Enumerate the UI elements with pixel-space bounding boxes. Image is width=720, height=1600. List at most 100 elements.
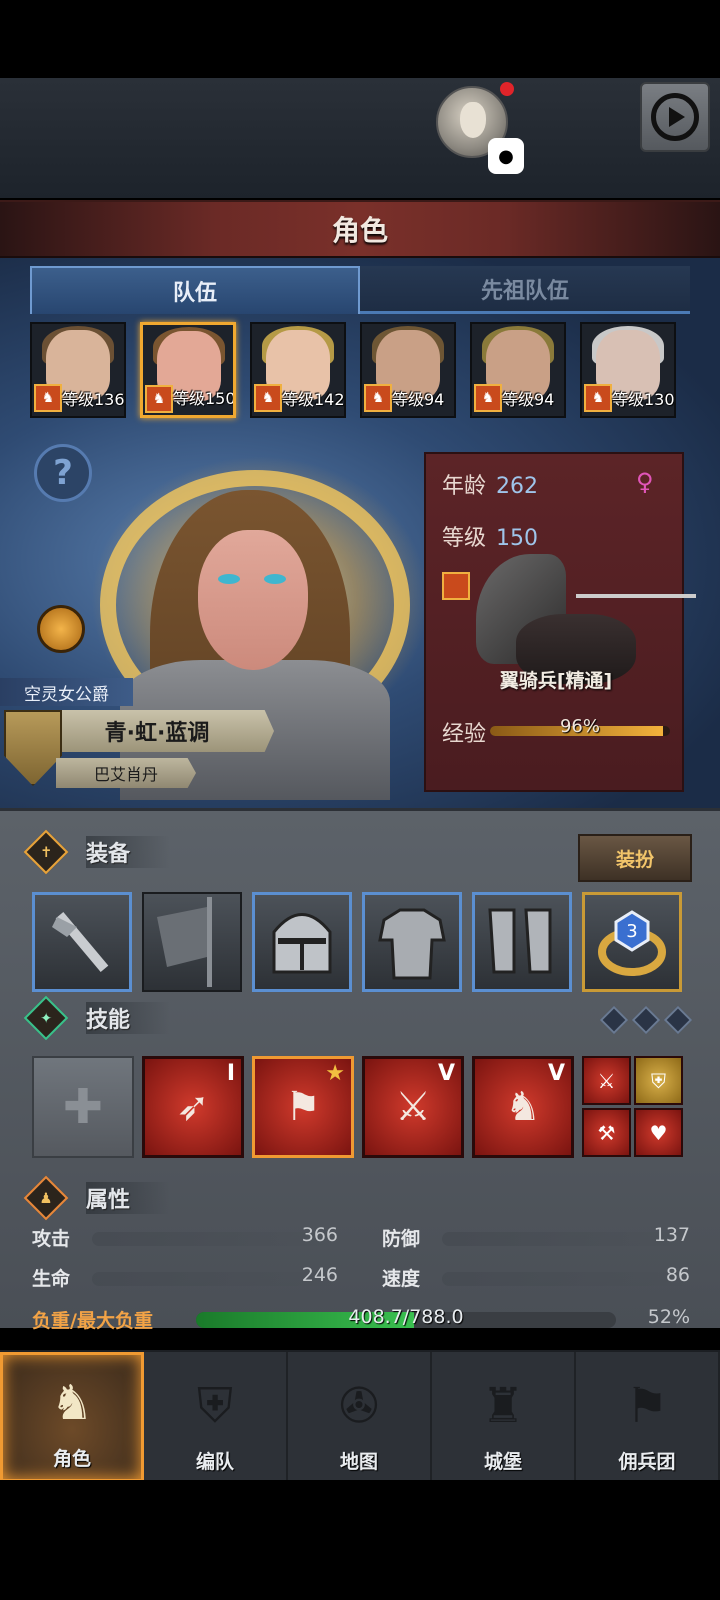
help-button[interactable]: ?	[34, 444, 92, 502]
play-icon	[651, 93, 699, 141]
class-name[interactable]: 翼骑兵[精通]	[426, 666, 686, 693]
exp-percent: 96%	[559, 716, 600, 737]
nav-item-1[interactable]: ⛨ 编队	[144, 1352, 288, 1482]
attr-hp: 生命 246	[32, 1264, 338, 1290]
roster-hero-card[interactable]: ♞ 等级130	[580, 322, 676, 418]
mini-skill-dumbbell[interactable]: ⚒	[582, 1108, 631, 1157]
nav-item-3[interactable]: ♜ 城堡	[432, 1352, 576, 1482]
top-bar	[0, 78, 720, 198]
roster-hero-card[interactable]: ♞ 等级94	[470, 322, 566, 418]
nav-icon: ♞	[50, 1375, 94, 1431]
mini-skill-sword[interactable]: ⚔	[582, 1056, 631, 1105]
skill-horse-flag[interactable]: ⚑ ★	[252, 1056, 354, 1158]
qq-icon: ●	[488, 138, 524, 174]
speed-value: 86	[665, 1264, 690, 1286]
load-label: 负重/最大负重	[32, 1310, 153, 1332]
class-icon: ♞	[254, 384, 282, 412]
hp-value: 246	[301, 1264, 338, 1286]
class-icon: ♞	[474, 384, 502, 412]
age-value: 262	[496, 474, 539, 499]
defense-value: 137	[653, 1224, 690, 1246]
equip-slot-ring[interactable]: 3	[582, 892, 682, 992]
mini-skill-shield[interactable]: ⛨	[634, 1056, 683, 1105]
screen-title-banner: 角色	[0, 200, 720, 258]
attack-value: 366	[301, 1224, 338, 1246]
skill-slot-empty[interactable]: ✚	[32, 1056, 134, 1158]
screen-title: 角色	[331, 214, 388, 247]
roster-hero-card[interactable]: ♞ 等级150	[140, 322, 236, 418]
exp-label: 经验	[442, 722, 487, 747]
skill-charge[interactable]: ➶ I	[142, 1056, 244, 1158]
nav-label: 角色	[52, 1448, 91, 1470]
hero-level: 等级150	[173, 389, 236, 408]
svg-text:3: 3	[626, 921, 637, 942]
level-value: 150	[496, 526, 539, 551]
load-value: 408.7/788.0	[348, 1306, 464, 1328]
equip-slot-armor[interactable]	[362, 892, 462, 992]
age-row: 年龄 262	[442, 474, 539, 499]
nav-item-0[interactable]: ♞ 角色	[0, 1352, 144, 1482]
potion-icon	[37, 605, 85, 653]
sword-training-icon: ⚔	[395, 1084, 431, 1130]
level-row: 等级 150	[442, 526, 539, 551]
class-icon: ♞	[584, 384, 612, 412]
equip-slot-banner[interactable]	[142, 892, 242, 992]
charge-icon: ➶	[176, 1084, 210, 1130]
video-play-button[interactable]	[640, 82, 710, 152]
hero-level: 等级94	[502, 390, 555, 409]
person-icon: ♟	[23, 1175, 69, 1221]
roster-hero-card[interactable]: ♞ 等级94	[360, 322, 456, 418]
shield-icon: ⛨	[651, 1068, 666, 1093]
character-name-area: 空灵女公爵 青·虹·蓝调 巴艾肖丹	[0, 678, 380, 790]
load-percent: 52%	[647, 1306, 690, 1328]
class-badge-icon	[442, 572, 470, 600]
heart-icon: ♥	[649, 1120, 668, 1145]
character-origin: 巴艾肖丹	[56, 758, 196, 788]
character-info-card: 年龄 262 ♀ 等级 150 翼骑兵[精通] 经验 96%	[424, 452, 696, 792]
class-icon: ♞	[145, 385, 173, 413]
equipment-label: 装备	[86, 836, 171, 868]
potion-button[interactable]	[30, 598, 92, 660]
skill-horse-training[interactable]: ♞ V	[472, 1056, 574, 1158]
class-icon: ♞	[34, 384, 62, 412]
nav-label: 地图	[339, 1451, 378, 1473]
hero-level: 等级130	[612, 390, 675, 409]
skills-header: ✦ 技能	[23, 995, 664, 1041]
class-icon: ♞	[364, 384, 392, 412]
hero-level: 等级94	[392, 390, 445, 409]
team-tabs: 队伍 先祖队伍	[30, 266, 690, 314]
nav-item-4[interactable]: ⚑ 佣兵团	[576, 1352, 720, 1482]
equip-slot-helmet[interactable]	[252, 892, 352, 992]
attr-defense: 防御 137	[382, 1224, 690, 1250]
nav-label: 城堡	[483, 1451, 522, 1473]
bottom-nav: ♞ 角色 ⛨ 编队 ✇ 地图 ♜ 城堡 ⚑ 佣兵团	[0, 1350, 720, 1482]
nav-icon: ⚑	[625, 1378, 669, 1434]
equip-slot-mace[interactable]	[32, 892, 132, 992]
attributes-header: ♟ 属性	[23, 1175, 664, 1221]
skill-sword-training[interactable]: ⚔ V	[362, 1056, 464, 1158]
hero-level: 等级136	[62, 390, 125, 409]
nav-label: 编队	[195, 1451, 234, 1473]
nav-item-2[interactable]: ✇ 地图	[288, 1352, 432, 1482]
equipment-header: ✝ 装备	[23, 829, 664, 875]
status-bar	[0, 0, 720, 78]
attributes-label: 属性	[86, 1182, 171, 1214]
system-nav-area	[0, 1480, 720, 1600]
roster-hero-card[interactable]: ♞ 等级142	[250, 322, 346, 418]
nav-label: 佣兵团	[618, 1451, 676, 1473]
roster-hero-card[interactable]: ♞ 等级136	[30, 322, 126, 418]
sword-icon: ⚔	[597, 1068, 616, 1093]
avatar-face	[460, 102, 486, 138]
sword-icon: ✝	[23, 829, 69, 875]
horse-flag-icon: ⚑	[285, 1084, 321, 1130]
dress-up-button[interactable]: 装扮	[578, 834, 692, 882]
shield-icon	[4, 710, 62, 786]
character-title: 空灵女公爵	[0, 678, 133, 706]
mini-skill-heart[interactable]: ♥	[634, 1108, 683, 1157]
tab-team[interactable]: 队伍	[30, 266, 360, 314]
tab-ancestor-team[interactable]: 先祖队伍	[360, 266, 690, 314]
character-name[interactable]: 青·虹·蓝调	[40, 710, 274, 752]
equip-slot-boots[interactable]	[472, 892, 572, 992]
horse-training-icon: ♞	[505, 1084, 541, 1130]
nav-icon: ♜	[481, 1378, 525, 1434]
